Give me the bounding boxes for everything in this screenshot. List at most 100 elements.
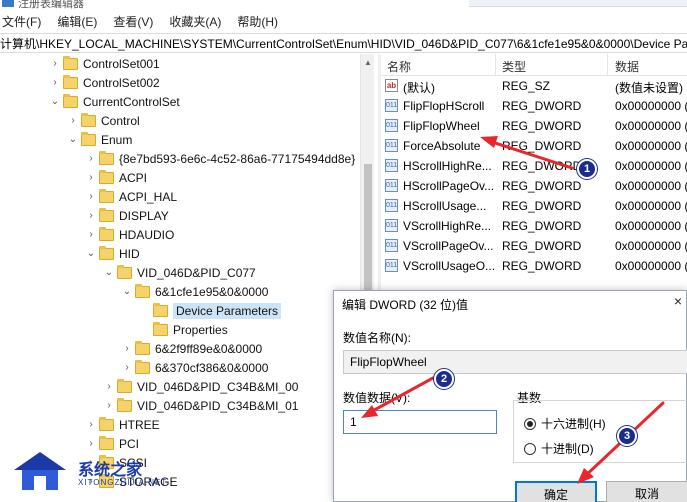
address-bar[interactable]: 计算机\HKEY_LOCAL_MACHINE\SYSTEM\CurrentCon… — [0, 33, 687, 53]
value-type: REG_DWORD — [502, 119, 582, 133]
dword-value-icon: 011 — [385, 139, 398, 152]
value-type: REG_DWORD — [502, 99, 582, 113]
column-type-header[interactable]: 类型 — [502, 58, 526, 75]
column-divider[interactable] — [495, 54, 496, 76]
value-name: ForceAbsolute — [403, 139, 481, 153]
registry-value-row[interactable]: 011 HScrollUsage... REG_DWORD 0x00000000 (0… — [381, 196, 687, 216]
chevron-right-icon[interactable]: › — [122, 343, 132, 354]
folder-icon — [153, 302, 168, 317]
column-divider[interactable] — [607, 54, 608, 76]
tree-item[interactable]: › ControlSet001 — [50, 54, 160, 73]
radio-selected-icon[interactable] — [524, 417, 536, 430]
tree-item[interactable]: ⌄ VID_046D&PID_C077 — [104, 263, 256, 282]
value-type: REG_DWORD — [502, 199, 582, 213]
dword-value-icon: 011 — [385, 239, 398, 252]
chevron-right-icon[interactable]: › — [50, 58, 60, 69]
column-name-header[interactable]: 名称 — [387, 58, 411, 75]
chevron-right-icon[interactable]: › — [86, 153, 96, 164]
tree-item[interactable]: Properties — [140, 320, 228, 339]
address-path: 计算机\HKEY_LOCAL_MACHINE\SYSTEM\CurrentCon… — [0, 36, 687, 51]
registry-value-row[interactable]: 011 VScrollUsageO... REG_DWORD 0x00000000 (… — [381, 256, 687, 276]
chevron-right-icon[interactable]: › — [104, 381, 114, 392]
menu-view[interactable]: 查看(V) — [113, 13, 153, 30]
tree-item[interactable]: › ACPI_HAL — [86, 187, 177, 206]
tree-item-label: Properties — [173, 322, 228, 337]
chevron-down-icon[interactable]: ⌄ — [104, 267, 114, 278]
registry-value-row[interactable]: 011 VScrollHighRe... REG_DWORD 0x00000000 (… — [381, 216, 687, 236]
chevron-right-icon[interactable]: › — [86, 229, 96, 240]
tree-item-label: 6&2f9ff89e&0&0000 — [155, 341, 263, 356]
chevron-right-icon[interactable]: › — [86, 172, 96, 183]
dword-value-icon: 011 — [385, 199, 398, 212]
tree-item[interactable]: › 6&2f9ff89e&0&0000 — [122, 339, 262, 358]
chevron-right-icon[interactable]: › — [86, 419, 96, 430]
folder-icon — [99, 226, 114, 241]
folder-icon — [99, 416, 114, 431]
tree-item[interactable]: › Control — [68, 111, 140, 130]
folder-icon — [135, 340, 150, 355]
chevron-down-icon[interactable]: ⌄ — [68, 134, 78, 145]
registry-value-row[interactable]: 011 HScrollPageOv... REG_DWORD 0x00000000 (… — [381, 176, 687, 196]
tree-item[interactable]: › ACPI — [86, 168, 147, 187]
registry-value-row[interactable]: 011 HScrollHighRe... REG_DWORD 0x00000000 (… — [381, 156, 687, 176]
tree-item[interactable]: › HTREE — [86, 415, 160, 434]
tree-item[interactable]: › 6&370cf386&0&0000 — [122, 358, 268, 377]
menu-file[interactable]: 文件(F) — [2, 13, 41, 30]
value-type: REG_SZ — [502, 79, 551, 93]
tree-item[interactable]: › VID_046D&PID_C34B&MI_01 — [104, 396, 298, 415]
ok-button[interactable]: 确定 — [515, 481, 597, 502]
cancel-button[interactable]: 取消 — [606, 481, 687, 502]
value-data: 0x00000000 (0) — [615, 239, 687, 253]
scroll-thumb[interactable] — [364, 164, 372, 294]
value-data: 0x00000000 (0) — [615, 219, 687, 233]
tree-item[interactable]: Device Parameters — [140, 301, 282, 320]
tree-item[interactable]: › ControlSet002 — [50, 73, 160, 92]
hex-radio[interactable]: 十六进制(H) — [524, 415, 606, 432]
radio-unselected-icon[interactable] — [524, 442, 536, 455]
column-data-header[interactable]: 数据 — [615, 58, 639, 75]
chevron-right-icon[interactable]: › — [86, 191, 96, 202]
chevron-down-icon[interactable]: ⌄ — [50, 96, 60, 107]
folder-icon — [99, 207, 114, 222]
value-name: FlipFlopHScroll — [403, 99, 485, 113]
tree-item-label: VID_046D&PID_C34B&MI_00 — [137, 379, 299, 394]
tree-item-label: Device Parameters — [173, 302, 282, 319]
close-icon[interactable]: × — [674, 293, 682, 309]
tree-item[interactable]: › HDAUDIO — [86, 225, 174, 244]
decimal-radio[interactable]: 十进制(D) — [524, 440, 594, 457]
chevron-right-icon[interactable]: › — [104, 400, 114, 411]
registry-value-row[interactable]: 011 FlipFlopHScroll REG_DWORD 0x00000000 (0… — [381, 96, 687, 116]
tree-item-label: {8e7bd593-6e6c-4c52-86a6-77175494dd8e} — [119, 151, 356, 166]
scroll-up-icon[interactable]: ▲ — [364, 58, 372, 67]
registry-value-row[interactable]: 011 ForceAbsolute REG_DWORD 0x00000000 (0) — [381, 136, 687, 156]
chevron-down-icon[interactable]: ⌄ — [122, 286, 132, 297]
folder-icon — [117, 397, 132, 412]
menu-favorites[interactable]: 收藏夹(A) — [169, 13, 221, 30]
tree-item-label: DISPLAY — [119, 208, 169, 223]
chevron-right-icon[interactable]: › — [68, 115, 78, 126]
tree-item[interactable]: › DISPLAY — [86, 206, 169, 225]
folder-icon — [117, 264, 132, 279]
tree-item[interactable]: ⌄ HID — [86, 244, 140, 263]
registry-value-row[interactable]: 011 VScrollPageOv... REG_DWORD 0x00000000 (… — [381, 236, 687, 256]
menu-help[interactable]: 帮助(H) — [237, 13, 278, 30]
value-data-input[interactable]: 1 — [343, 410, 497, 434]
tree-item[interactable]: ⌄ CurrentControlSet — [50, 92, 180, 111]
tree-item[interactable]: › VID_046D&PID_C34B&MI_00 — [104, 377, 298, 396]
folder-icon — [63, 74, 78, 89]
registry-value-row[interactable]: ab (默认) REG_SZ (数值未设置) — [381, 76, 687, 96]
chevron-down-icon[interactable]: ⌄ — [86, 248, 96, 259]
search-box[interactable] — [469, 0, 687, 7]
tree-item[interactable]: › {8e7bd593-6e6c-4c52-86a6-77175494dd8e} — [86, 149, 355, 168]
chevron-right-icon[interactable]: › — [50, 77, 60, 88]
tree-item[interactable]: ⌄ Enum — [68, 130, 132, 149]
tree-item-label: HID — [119, 246, 140, 261]
tree-item[interactable]: ⌄ 6&1cfe1e95&0&0000 — [122, 282, 268, 301]
folder-icon — [135, 283, 150, 298]
chevron-right-icon[interactable]: › — [86, 210, 96, 221]
chevron-right-icon[interactable]: › — [122, 362, 132, 373]
menu-edit[interactable]: 编辑(E) — [57, 13, 97, 30]
registry-value-row[interactable]: 011 FlipFlopWheel REG_DWORD 0x00000000 (0) — [381, 116, 687, 136]
value-name-label: 数值名称(N): — [343, 331, 411, 345]
value-name-field[interactable]: FlipFlopWheel — [343, 350, 687, 374]
